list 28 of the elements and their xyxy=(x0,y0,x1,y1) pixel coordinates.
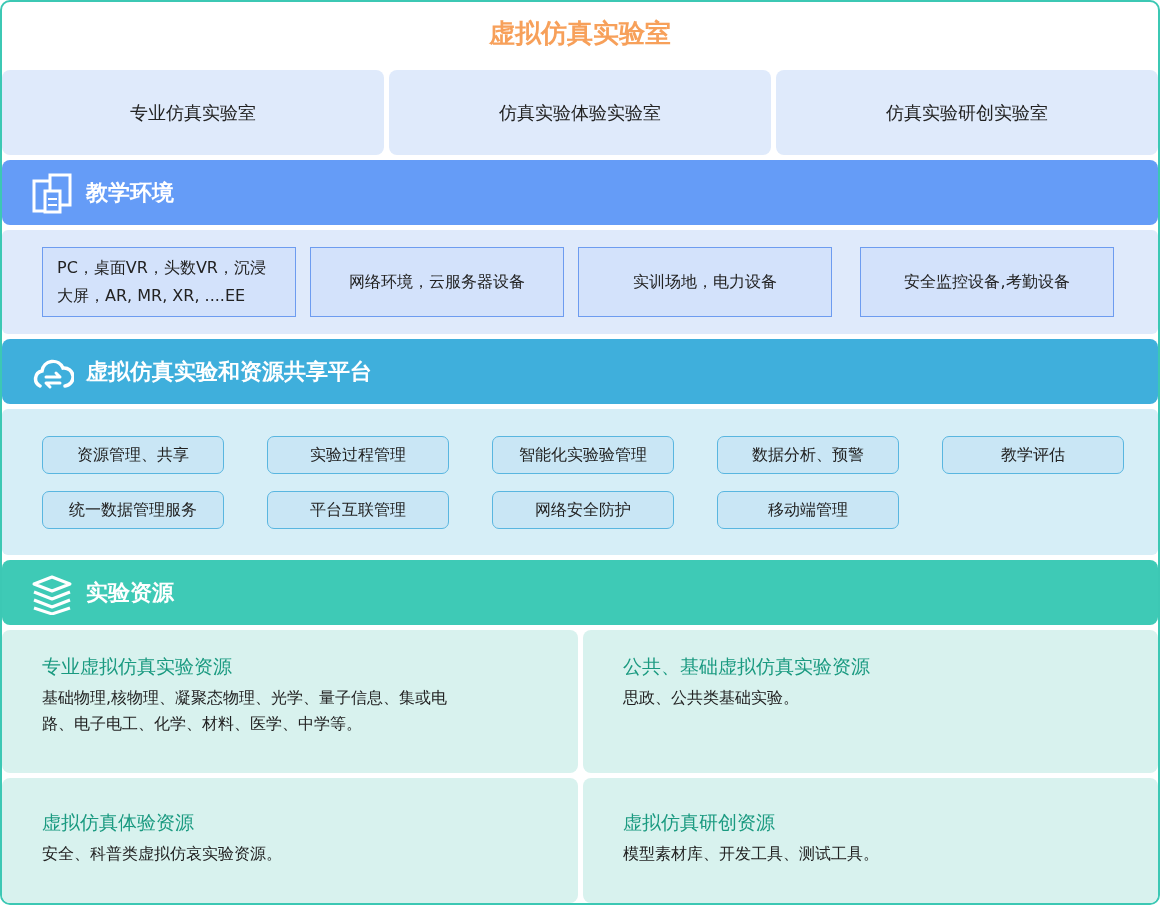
resource-heading: 专业虚拟仿真实验资源 xyxy=(42,654,233,679)
resource-description: 思政、公共类基础实验。 xyxy=(622,686,800,709)
equipment-box: PC，桌面VR，头数VR，沉浸大屏，AR, MR, XR, ....EE xyxy=(42,247,296,317)
equipment-box: 网络环境，云服务器设备 xyxy=(310,247,564,317)
lab-card: 专业仿真实验室 xyxy=(2,70,384,155)
lab-card: 仿真实验体验实验室 xyxy=(389,70,771,155)
resource-description: 模型素材库、开发工具、测试工具。 xyxy=(622,842,880,865)
function-tag: 教学评估 xyxy=(942,435,1124,474)
resource-heading: 虚拟仿真体验资源 xyxy=(42,810,195,836)
function-tag: 资源管理、共享 xyxy=(42,435,224,474)
section-title: 虚拟仿真实验和资源共享平台 xyxy=(86,358,372,386)
resource-heading: 公共、基础虚拟仿真实验资源 xyxy=(622,654,871,679)
function-tag: 网络安全防护 xyxy=(492,490,674,529)
resource-description: 安全、科普类虚拟仿哀实验资源。 xyxy=(42,842,283,865)
section-title: 实验资源 xyxy=(86,579,174,607)
equipment-box: 实训场地，电力设备 xyxy=(578,247,832,317)
function-tag: 实验过程管理 xyxy=(267,435,449,474)
section-title: 教学环境 xyxy=(86,179,174,207)
lab-card: 仿真实验研创实验室 xyxy=(776,70,1158,155)
page-title: 虚拟仿真实验室 xyxy=(488,17,672,50)
function-tag: 平台互联管理 xyxy=(267,490,449,529)
function-tag: 统一数据管理服务 xyxy=(42,490,224,529)
function-tag: 数据分析、预警 xyxy=(717,435,899,474)
resource-description: 基础物理,核物理、凝聚态物理、光学、量子信息、集或电路、电子电工、化学、材料、医学、中学等。 xyxy=(42,686,449,735)
function-tag: 移动端管理 xyxy=(717,490,899,529)
equipment-box: 安全监控设备,考勤设备 xyxy=(860,247,1114,317)
resource-heading: 虚拟仿真研创资源 xyxy=(622,810,776,836)
function-tag: 智能化实验验管理 xyxy=(492,435,674,474)
